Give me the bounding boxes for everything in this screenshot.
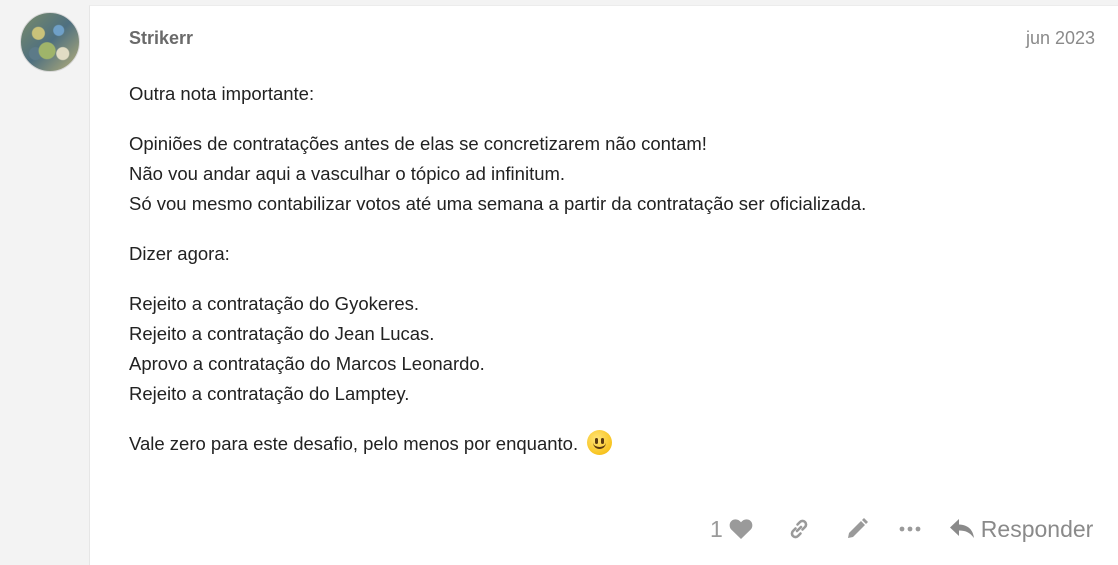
reply-button[interactable]: Responder xyxy=(949,515,1094,543)
post-line: Outra nota importante: xyxy=(129,83,315,104)
share-link-button[interactable] xyxy=(787,517,811,541)
ellipsis-icon xyxy=(899,526,921,532)
more-options-button[interactable] xyxy=(899,525,921,533)
post-line: Não vou andar aqui a vasculhar o tópico … xyxy=(129,163,566,184)
post-line: Vale zero para este desafio, pelo menos … xyxy=(129,433,579,454)
post-paragraph: Dizer agora: xyxy=(129,239,1009,269)
post-username[interactable]: Strikerr xyxy=(129,28,193,49)
heart-icon xyxy=(729,519,753,539)
post-actions: 1 Responder xyxy=(710,514,1093,544)
post-paragraph: Outra nota importante: xyxy=(129,79,1009,109)
post-body: Outra nota importante: Opiniões de contr… xyxy=(129,79,1009,479)
post-line: Aprovo a contratação do Marcos Leonardo. xyxy=(129,353,485,374)
post-line: Opiniões de contratações antes de elas s… xyxy=(129,133,707,154)
post-date[interactable]: jun 2023 xyxy=(1026,28,1095,49)
post-line: Rejeito a contratação do Lamptey. xyxy=(129,383,410,404)
post-paragraph: Rejeito a contratação do Gyokeres. Rejei… xyxy=(129,289,1009,409)
post-paragraph: Vale zero para este desafio, pelo menos … xyxy=(129,429,1009,459)
reply-label: Responder xyxy=(980,515,1094,542)
link-icon xyxy=(790,519,808,539)
reply-icon xyxy=(949,519,974,538)
post-paragraph: Opiniões de contratações antes de elas s… xyxy=(129,129,1009,219)
avatar[interactable] xyxy=(20,12,80,72)
post-line: Rejeito a contratação do Jean Lucas. xyxy=(129,323,435,344)
pencil-icon xyxy=(847,518,868,538)
post-card: Strikerr jun 2023 Outra nota importante:… xyxy=(89,5,1118,565)
edit-button[interactable] xyxy=(845,517,869,541)
post-line: Só vou mesmo contabilizar votos até uma … xyxy=(129,193,867,214)
like-button[interactable] xyxy=(729,518,753,540)
post-line: Rejeito a contratação do Gyokeres. xyxy=(129,293,419,314)
post-line: Dizer agora: xyxy=(129,243,230,264)
slightly-smiling-face-icon xyxy=(587,430,613,455)
like-count[interactable]: 1 xyxy=(710,516,723,543)
